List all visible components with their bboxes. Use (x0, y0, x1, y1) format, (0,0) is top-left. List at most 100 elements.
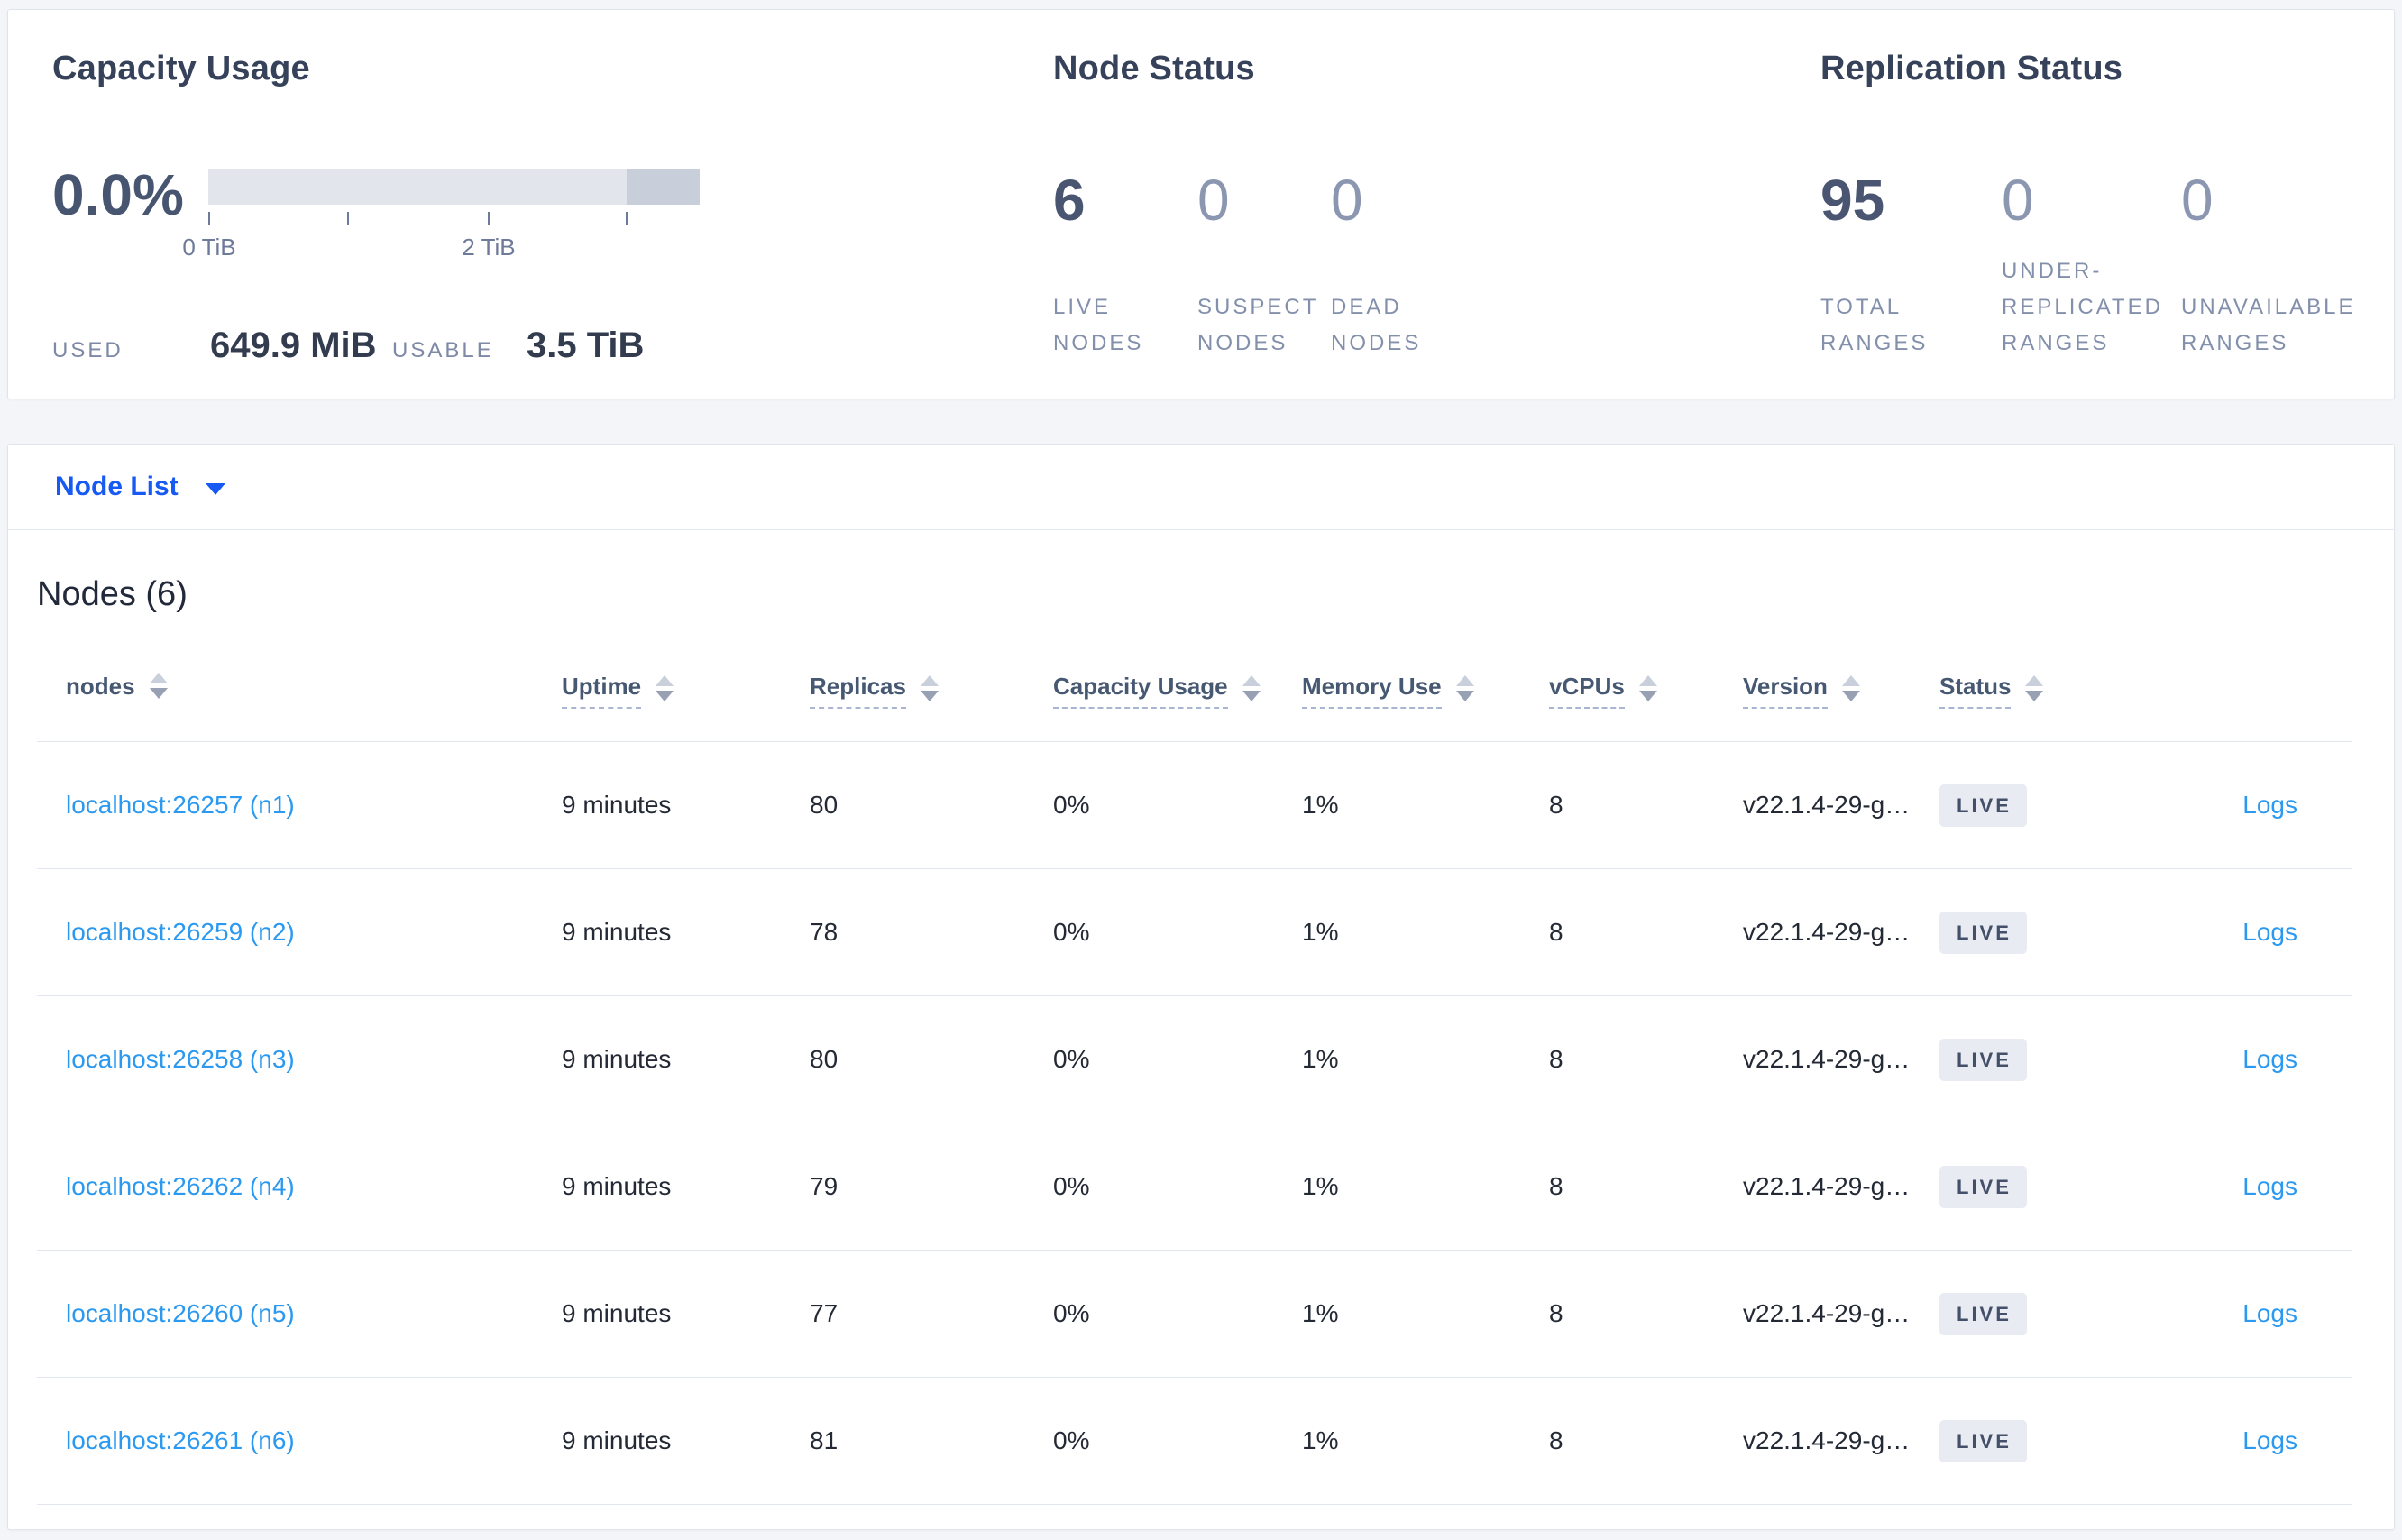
col-header-version[interactable]: Version (1743, 673, 1939, 709)
version-cell: v22.1.4-29-g… (1743, 1045, 1911, 1073)
uptime-cell: 9 minutes (562, 918, 672, 946)
version-cell: v22.1.4-29-g… (1743, 1299, 1911, 1327)
vcpus-cell: 8 (1549, 1426, 1563, 1454)
capacity-usage-title: Capacity Usage (52, 50, 310, 87)
table-row: localhost:26260 (n5) 9 minutes 77 0% 1% … (37, 1251, 2352, 1378)
table-row: localhost:26259 (n2) 9 minutes 78 0% 1% … (37, 869, 2352, 996)
vcpus-cell: 8 (1549, 1045, 1563, 1073)
memory-cell: 1% (1302, 1426, 1339, 1454)
capacity-cell: 0% (1053, 1045, 1090, 1073)
col-header-uptime[interactable]: Uptime (562, 673, 810, 709)
version-cell: v22.1.4-29-g… (1743, 791, 1911, 819)
capacity-bar-tail (627, 169, 700, 205)
logs-link[interactable]: Logs (2242, 1426, 2297, 1454)
axis-tick (347, 212, 349, 225)
replicas-cell: 77 (810, 1299, 839, 1327)
under-replicated-ranges-stat: 0 UNDER-REPLICATED RANGES (2002, 168, 2163, 355)
view-selector-bar: Node List (8, 445, 2394, 530)
uptime-cell: 9 minutes (562, 791, 672, 819)
node-link[interactable]: localhost:26257 (n1) (66, 791, 295, 819)
replication-stats: 95 TOTAL RANGES 0 UNDER-REPLICATED RANGE… (1820, 170, 2388, 362)
used-label: USED (52, 338, 124, 362)
node-link[interactable]: localhost:26261 (n6) (66, 1426, 295, 1454)
cluster-summary-panel: Capacity Usage 0.0% 0 TiB 2 TiB USED 649… (7, 9, 2395, 399)
uptime-cell: 9 minutes (562, 1045, 672, 1073)
axis-tick (626, 212, 628, 225)
axis-tick (488, 212, 490, 225)
vcpus-cell: 8 (1549, 918, 1563, 946)
capacity-cell: 0% (1053, 1299, 1090, 1327)
col-header-replicas[interactable]: Replicas (810, 673, 1053, 709)
sort-icon (1242, 674, 1261, 701)
replicas-cell: 78 (810, 918, 839, 946)
status-badge: LIVE (1939, 1038, 2027, 1081)
replication-status-title: Replication Status (1820, 50, 2123, 87)
status-badge: LIVE (1939, 1292, 2027, 1335)
dead-nodes-stat: 0 DEAD NODES (1331, 168, 1422, 355)
memory-cell: 1% (1302, 1299, 1339, 1327)
live-nodes-stat: 6 LIVE NODES (1053, 168, 1144, 355)
chevron-down-icon (205, 482, 225, 495)
replication-status-section: Replication Status 95 TOTAL RANGES 0 UND… (1820, 48, 2397, 355)
memory-cell: 1% (1302, 918, 1339, 946)
replicas-cell: 79 (810, 1172, 839, 1200)
logs-link[interactable]: Logs (2242, 1172, 2297, 1200)
table-row: localhost:26257 (n1) 9 minutes 80 0% 1% … (37, 742, 2352, 869)
table-row: localhost:26261 (n6) 9 minutes 81 0% 1% … (37, 1378, 2352, 1505)
table-row: localhost:26262 (n4) 9 minutes 79 0% 1% … (37, 1123, 2352, 1251)
usable-label: USABLE (392, 338, 494, 362)
total-ranges-stat: 95 TOTAL RANGES (1820, 168, 1929, 355)
usable-value: 3.5 TiB (527, 325, 645, 365)
col-header-memory-use[interactable]: Memory Use (1302, 673, 1549, 709)
vcpus-cell: 8 (1549, 791, 1563, 819)
nodes-table: nodes Uptime Replicas Capacity Usage Mem… (37, 646, 2352, 1505)
axis-tick (208, 212, 210, 225)
suspect-nodes-stat: 0 SUSPECT NODES (1197, 168, 1318, 355)
capacity-cell: 0% (1053, 918, 1090, 946)
capacity-usage-section: Capacity Usage 0.0% 0 TiB 2 TiB USED 649… (52, 48, 999, 363)
logs-link[interactable]: Logs (2242, 791, 2297, 819)
vcpus-cell: 8 (1549, 1172, 1563, 1200)
capacity-percent-value: 0.0% (52, 162, 184, 227)
replicas-cell: 81 (810, 1426, 839, 1454)
col-header-nodes[interactable]: nodes (37, 672, 562, 703)
unavailable-ranges-stat: 0 UNAVAILABLE RANGES (2181, 168, 2356, 355)
table-row: localhost:26258 (n3) 9 minutes 80 0% 1% … (37, 996, 2352, 1123)
sort-icon (1841, 674, 1860, 701)
status-badge: LIVE (1939, 1419, 2027, 1462)
col-header-vcpus[interactable]: vCPUs (1549, 673, 1743, 709)
sort-icon (1638, 674, 1657, 701)
node-link[interactable]: localhost:26260 (n5) (66, 1299, 295, 1327)
node-list-dropdown[interactable]: Node List (55, 472, 225, 502)
status-badge: LIVE (1939, 784, 2027, 827)
logs-link[interactable]: Logs (2242, 1299, 2297, 1327)
memory-cell: 1% (1302, 1172, 1339, 1200)
sort-icon (920, 674, 939, 701)
sort-icon (656, 674, 674, 701)
logs-link[interactable]: Logs (2242, 1045, 2297, 1073)
axis-tick-label: 2 TiB (462, 234, 516, 261)
node-link[interactable]: localhost:26262 (n4) (66, 1172, 295, 1200)
node-status-section: Node Status 6 LIVE NODES 0 SUSPECT NODES… (1053, 48, 1558, 355)
uptime-cell: 9 minutes (562, 1299, 672, 1327)
node-link[interactable]: localhost:26258 (n3) (66, 1045, 295, 1073)
sort-icon (1455, 674, 1474, 701)
node-list-panel: Node List Nodes (6) nodes Uptime Replica… (7, 444, 2395, 1530)
capacity-bar (208, 169, 700, 205)
nodes-table-title: Nodes (6) (37, 575, 188, 613)
node-status-title: Node Status (1053, 50, 1255, 87)
logs-link[interactable]: Logs (2242, 918, 2297, 946)
replicas-cell: 80 (810, 791, 839, 819)
col-header-capacity-usage[interactable]: Capacity Usage (1053, 673, 1302, 709)
used-value: 649.9 MiB (210, 325, 377, 365)
memory-cell: 1% (1302, 791, 1339, 819)
col-header-status[interactable]: Status (1939, 673, 2140, 709)
axis-tick-label: 0 TiB (182, 234, 236, 261)
table-header-row: nodes Uptime Replicas Capacity Usage Mem… (37, 646, 2352, 742)
sort-icon (149, 672, 168, 699)
version-cell: v22.1.4-29-g… (1743, 1426, 1911, 1454)
sort-icon (2025, 674, 2044, 701)
capacity-cell: 0% (1053, 791, 1090, 819)
node-link[interactable]: localhost:26259 (n2) (66, 918, 295, 946)
replicas-cell: 80 (810, 1045, 839, 1073)
